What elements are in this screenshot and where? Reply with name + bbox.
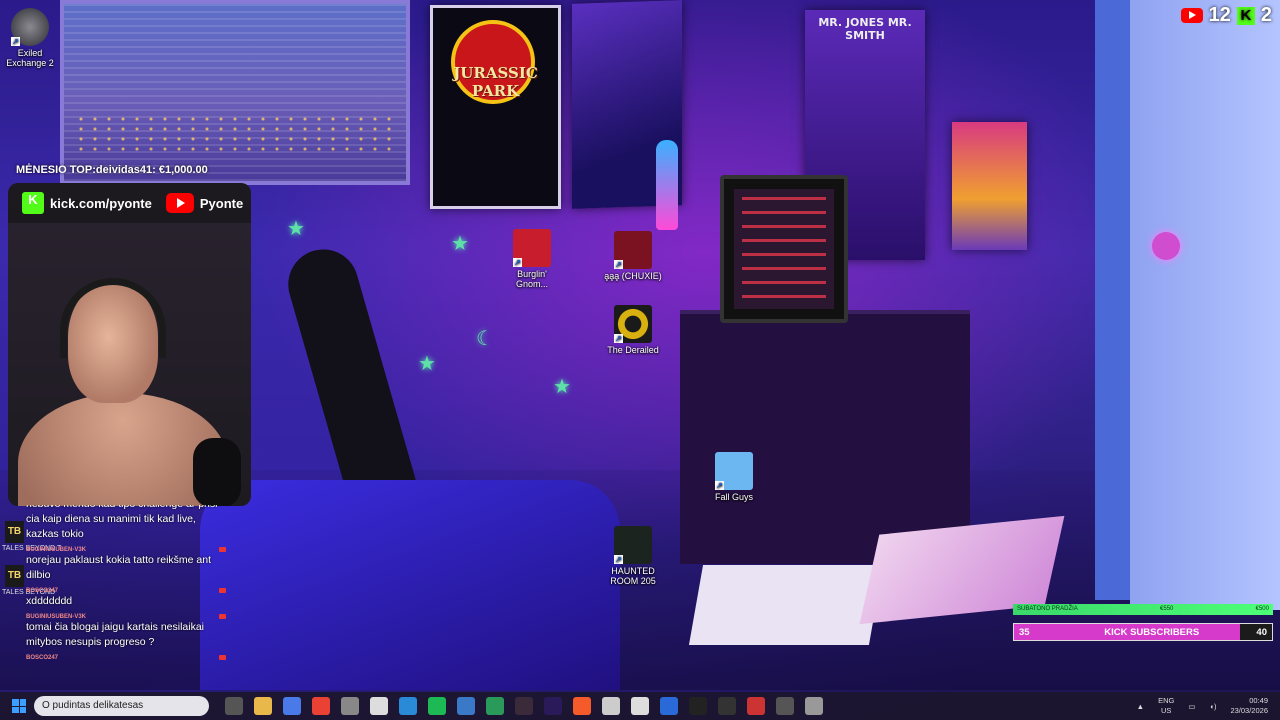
tv-cabinet <box>680 310 970 564</box>
star-sticker: ★ <box>418 353 436 375</box>
spotify-icon[interactable] <box>428 697 446 715</box>
door <box>1130 0 1280 610</box>
follower-counter: 12 K 2 <box>1180 4 1272 27</box>
haunted-room-icon: ↗ <box>614 526 652 564</box>
chuxie-icon: ↗ <box>614 231 652 269</box>
youtube-icon <box>219 547 226 552</box>
file-explorer-icon[interactable] <box>225 697 243 715</box>
youtube-icon <box>219 614 226 619</box>
chat-message: nebuvo menuo kad tipo challenge ar pnsl … <box>2 505 217 552</box>
window-icon[interactable] <box>805 697 823 715</box>
notepad-icon[interactable] <box>660 697 678 715</box>
bed <box>200 480 620 690</box>
goal-label: KICK SUBSCRIBERS <box>1104 626 1200 638</box>
desktop-icon-burglin-gnomes[interactable]: ↗ Burglin' Gnom... <box>502 229 562 289</box>
youtube-count: 12 <box>1208 4 1231 26</box>
obs-icon[interactable] <box>515 697 533 715</box>
door-frame <box>1095 0 1130 600</box>
folder-icon[interactable] <box>254 697 272 715</box>
desktop-icon-the-derailed[interactable]: ↗ The Derailed <box>603 305 663 355</box>
taskbar: O pudintas delikatesas ▲ ENG US ▭ ◖) 00:4… <box>0 692 1280 720</box>
desktop-icon-haunted-room-205[interactable]: ↗ HAUNTED ROOM 205 <box>603 526 663 586</box>
kick-logo-icon: K <box>22 192 44 214</box>
notes-icon[interactable] <box>602 697 620 715</box>
photos-icon[interactable] <box>457 697 475 715</box>
desktop-icon-chuxie[interactable]: ↗ ḁḁḁ (CHUXIE) <box>603 231 663 281</box>
youtube-icon <box>1180 8 1203 23</box>
brave-icon[interactable] <box>573 697 591 715</box>
system-tray: ▲ ENG US ▭ ◖) 00:49 23/03/2026 <box>1137 696 1268 716</box>
webcam-header: K kick.com/pyonte Pyonte <box>8 183 251 223</box>
streamer <box>18 273 228 506</box>
goal-top-bar: SUBATONO PRADŽIA €550 €500 <box>1013 604 1273 615</box>
chevron-up-icon[interactable]: ▲ <box>1137 702 1144 711</box>
desktop-icon-fall-guys[interactable]: ↗ Fall Guys <box>704 452 764 502</box>
subscriber-goal: SUBATONO PRADŽIA €550 €500 35 KICK SUBSCRI… <box>1013 604 1273 641</box>
gnome-app-icon[interactable] <box>370 697 388 715</box>
language-indicator[interactable]: ENG US <box>1158 696 1174 716</box>
moon-sticker: ☾ <box>476 328 494 350</box>
premiere-icon[interactable] <box>544 697 562 715</box>
microphone <box>193 438 241 506</box>
kick-icon: K <box>1236 6 1255 25</box>
taskbar-search[interactable]: O pudintas delikatesas <box>34 696 209 716</box>
youtube-logo-icon <box>165 193 194 213</box>
ring-icon: ↗ <box>614 305 652 343</box>
gnome2-icon[interactable] <box>631 697 649 715</box>
crt-tv <box>720 175 848 323</box>
goal-current: 35 <box>1019 626 1030 638</box>
top-donor-ticker: MĖNESIO TOP:deividas41: €1,000.00 <box>16 164 208 176</box>
orb-icon: ↗ <box>11 8 49 46</box>
desktop-icon-exiled-exchange[interactable]: ↗ Exiled Exchange 2 <box>0 8 60 68</box>
chat-message: BUGINIUSUBEN-V3K norejau paklaust kokia … <box>0 545 232 596</box>
door-knob <box>1152 232 1180 260</box>
capture-icon[interactable] <box>776 697 794 715</box>
chat-message: BOSCO247 xddddddd <box>0 586 232 612</box>
webcam-overlay: K kick.com/pyonte Pyonte <box>8 183 251 506</box>
app-icon[interactable] <box>341 697 359 715</box>
chat-overlay: nebuvo menuo kad tipo challenge ar pnsl … <box>0 505 232 697</box>
chat-message: BOSCO247 <box>0 653 232 664</box>
fall-guys-icon: ↗ <box>715 452 753 490</box>
goal-progress-bar: 35 KICK SUBSCRIBERS 40 <box>1013 623 1273 641</box>
volume-icon[interactable]: ◖) <box>1209 702 1216 711</box>
youtube-name: Pyonte <box>199 195 244 211</box>
kick-url: kick.com/pyonte <box>50 195 152 211</box>
chrome-icon[interactable] <box>312 697 330 715</box>
goal-target: 40 <box>1256 626 1267 638</box>
gnome-icon: ↗ <box>513 229 551 267</box>
star-sticker: ★ <box>553 376 571 398</box>
kick-count: 2 <box>1260 4 1272 26</box>
windows-start-icon[interactable] <box>12 699 26 713</box>
window <box>60 0 410 185</box>
edge-icon[interactable] <box>399 697 417 715</box>
game-icon[interactable] <box>486 697 504 715</box>
pizza-box <box>688 565 884 645</box>
tf-icon[interactable] <box>747 697 765 715</box>
terminal-icon[interactable] <box>689 697 707 715</box>
youtube-icon <box>219 588 226 593</box>
chat-badge: TB <box>5 565 24 587</box>
steam-icon[interactable] <box>718 697 736 715</box>
store-icon[interactable] <box>283 697 301 715</box>
chat-message: BUGINIUSUBEN-V3K tomai čia blogai jaigu … <box>0 612 232 653</box>
clock[interactable]: 00:49 23/03/2026 <box>1230 696 1268 716</box>
star-sticker: ★ <box>451 233 469 255</box>
jurassic-park-poster: JURASSIC PARK <box>430 5 561 209</box>
power-rangers-poster <box>952 122 1027 250</box>
taskbar-apps <box>225 697 823 715</box>
lava-lamp <box>656 140 678 230</box>
youtube-icon <box>219 655 226 660</box>
chat-badge: TB <box>5 521 24 543</box>
star-sticker: ★ <box>287 218 305 240</box>
network-icon[interactable]: ▭ <box>1188 702 1195 711</box>
